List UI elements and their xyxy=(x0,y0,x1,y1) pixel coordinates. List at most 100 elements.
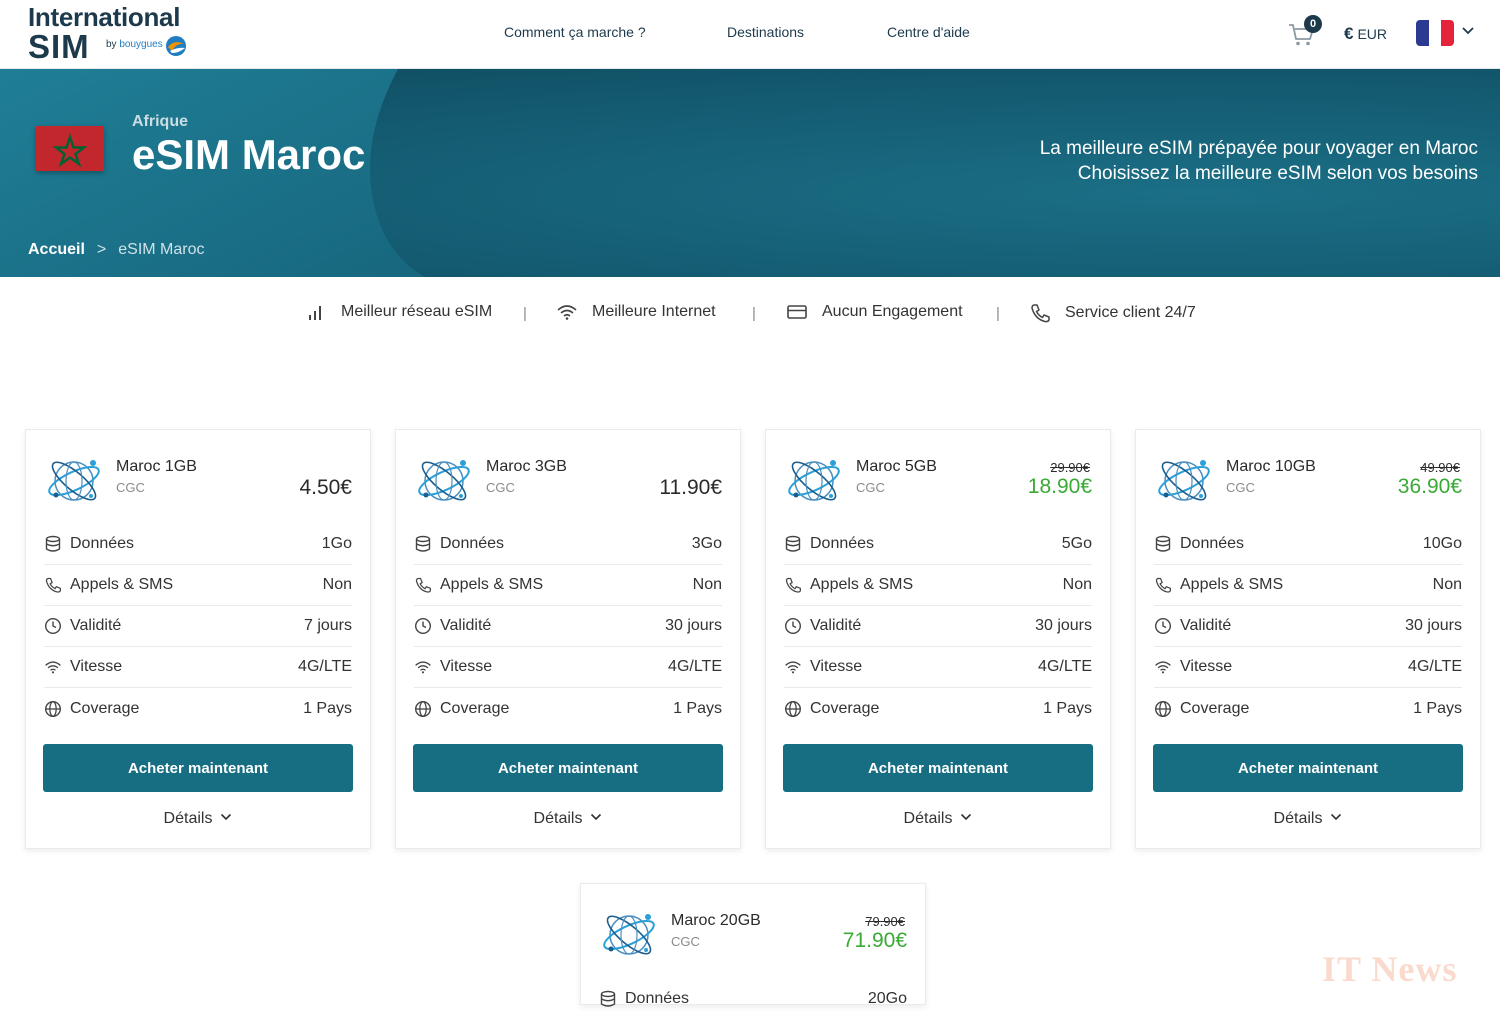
nav-help-center[interactable]: Centre d'aide xyxy=(887,24,970,40)
spec-value: 4G/LTE xyxy=(1408,658,1462,675)
plan-card: Maroc 3GB CGC 11.90€ Données 3Go Appels & SMS… xyxy=(395,429,741,849)
international-sim-logo[interactable]: International SIM by bouygues xyxy=(28,2,203,66)
plan-price: 36.90€ xyxy=(1397,475,1462,498)
wifi-icon xyxy=(415,661,431,674)
plan-price: 11.90€ xyxy=(659,476,722,499)
phone-icon xyxy=(1031,304,1050,323)
tagline-line2: Choisissez la meilleure eSIM selon vos b… xyxy=(1077,163,1478,184)
currency-selector[interactable]: € EUR xyxy=(1344,24,1387,44)
phone-icon xyxy=(1155,577,1171,593)
plan-name: Maroc 3GB xyxy=(486,458,567,475)
site-header: International SIM by bouygues Comment ça… xyxy=(0,0,1500,69)
esim-globe-icon xyxy=(603,914,655,955)
plan-card: Maroc 1GB CGC 4.50€ Données 1Go Appels & SMS N… xyxy=(25,429,371,849)
spec-row-validity: Validité 7 jours xyxy=(44,606,352,647)
spec-label: Coverage xyxy=(1180,699,1250,717)
phone-icon xyxy=(415,577,431,593)
feature-support: Service client 24/7 xyxy=(1029,303,1196,323)
plan-cgc-link[interactable]: CGC xyxy=(671,934,700,949)
features-bar: Meilleur réseau eSIM | Meilleure Interne… xyxy=(0,303,1500,329)
plan-card-header: Maroc 3GB CGC 11.90€ xyxy=(396,430,740,520)
buy-now-button[interactable]: Acheter maintenant xyxy=(43,744,353,792)
plan-card-header: Maroc 1GB CGC 4.50€ xyxy=(26,430,370,520)
plan-name: Maroc 5GB xyxy=(856,458,937,475)
wifi-icon xyxy=(557,305,577,320)
feature-label: Meilleure Internet xyxy=(592,303,716,320)
spec-value: 30 jours xyxy=(1405,617,1462,634)
details-toggle[interactable]: Détails xyxy=(396,810,740,828)
spec-row-data: Données 5Go xyxy=(784,524,1092,565)
esim-globe-icon xyxy=(48,460,100,501)
spec-row-calls: Appels & SMS Non xyxy=(414,565,722,606)
spec-value: 3Go xyxy=(691,535,722,552)
morocco-flag-icon xyxy=(36,126,104,171)
spec-value: Non xyxy=(1432,576,1462,593)
plan-name: Maroc 20GB xyxy=(671,912,761,929)
spec-row-data: Données 1Go xyxy=(44,524,352,565)
cart-count-badge: 0 xyxy=(1304,15,1322,33)
plan-price: 4.50€ xyxy=(299,476,352,499)
details-toggle[interactable]: Détails xyxy=(26,810,370,828)
clock-icon xyxy=(414,617,432,635)
page-title: eSIM Maroc xyxy=(132,131,366,178)
details-toggle[interactable]: Détails xyxy=(1136,810,1480,828)
plan-card-header: Maroc 20GB CGC 79.90€ 71.90€ xyxy=(581,884,925,974)
spec-row-coverage: Coverage 1 Pays xyxy=(44,688,352,729)
plan-card: Maroc 10GB CGC 49.90€ 36.90€ Données 10Go Appe… xyxy=(1135,429,1481,849)
plan-cgc-link[interactable]: CGC xyxy=(486,480,515,495)
spec-row-calls: Appels & SMS Non xyxy=(44,565,352,606)
plan-card: Maroc 20GB CGC 79.90€ 71.90€ Données 20Go xyxy=(580,883,926,1007)
spec-value: 30 jours xyxy=(665,617,722,634)
plan-price: 71.90€ xyxy=(842,929,907,952)
spec-value: 4G/LTE xyxy=(1038,658,1092,675)
card-icon xyxy=(787,305,807,319)
spec-value: 1 Pays xyxy=(1413,699,1462,717)
plan-cgc-link[interactable]: CGC xyxy=(116,480,145,495)
breadcrumb-home[interactable]: Accueil xyxy=(28,241,85,258)
spec-value: 10Go xyxy=(1422,535,1462,552)
spec-row-speed: Vitesse 4G/LTE xyxy=(414,647,722,688)
spec-row-speed: Vitesse 4G/LTE xyxy=(1154,647,1462,688)
spec-label: Vitesse xyxy=(70,658,123,675)
spec-label: Validité xyxy=(1180,617,1232,634)
plan-cgc-link[interactable]: CGC xyxy=(1226,480,1255,495)
spec-label: Vitesse xyxy=(440,658,493,675)
spec-label: Appels & SMS xyxy=(810,576,914,593)
chevron-down-icon xyxy=(961,813,972,821)
spec-row-data: Données 20Go xyxy=(599,978,907,1019)
buy-now-button[interactable]: Acheter maintenant xyxy=(783,744,1093,792)
buy-now-button[interactable]: Acheter maintenant xyxy=(1153,744,1463,792)
spec-label: Coverage xyxy=(440,699,510,717)
database-icon xyxy=(600,990,616,1007)
spec-value: 5Go xyxy=(1061,535,1092,552)
feature-label: Aucun Engagement xyxy=(822,303,963,320)
globe-icon xyxy=(784,700,802,717)
spec-label: Coverage xyxy=(810,699,880,717)
plan-specs: Données 10Go Appels & SMS Non Validité 30 jou… xyxy=(1154,524,1462,729)
france-flag-icon[interactable] xyxy=(1416,20,1454,46)
nav-destinations[interactable]: Destinations xyxy=(727,24,804,40)
globe-icon xyxy=(414,700,432,717)
database-icon xyxy=(785,535,801,552)
euro-icon: € xyxy=(1344,24,1354,43)
feature-separator: | xyxy=(523,305,527,322)
language-chevron-down-icon[interactable] xyxy=(1461,26,1475,36)
spec-label: Coverage xyxy=(70,699,140,717)
buy-now-button[interactable]: Acheter maintenant xyxy=(413,744,723,792)
esim-globe-icon xyxy=(418,460,470,501)
spec-value: 30 jours xyxy=(1035,617,1092,634)
feature-no-commitment: Aucun Engagement xyxy=(786,303,963,321)
hero-tagline: La meilleure eSIM prépayée pour voyager … xyxy=(1040,136,1478,186)
plan-cgc-link[interactable]: CGC xyxy=(856,480,885,495)
spec-row-calls: Appels & SMS Non xyxy=(784,565,1092,606)
spec-row-speed: Vitesse 4G/LTE xyxy=(44,647,352,688)
bouygues-swirl-icon xyxy=(166,36,186,56)
globe-icon xyxy=(1154,700,1172,717)
spec-value: 1 Pays xyxy=(1043,699,1092,717)
details-toggle[interactable]: Détails xyxy=(766,810,1110,828)
plan-price: 18.90€ xyxy=(1027,475,1092,498)
nav-how-it-works[interactable]: Comment ça marche ? xyxy=(504,24,646,40)
spec-label: Appels & SMS xyxy=(1180,576,1284,593)
database-icon xyxy=(415,535,431,552)
watermark-logo: IT News xyxy=(1322,949,1458,989)
